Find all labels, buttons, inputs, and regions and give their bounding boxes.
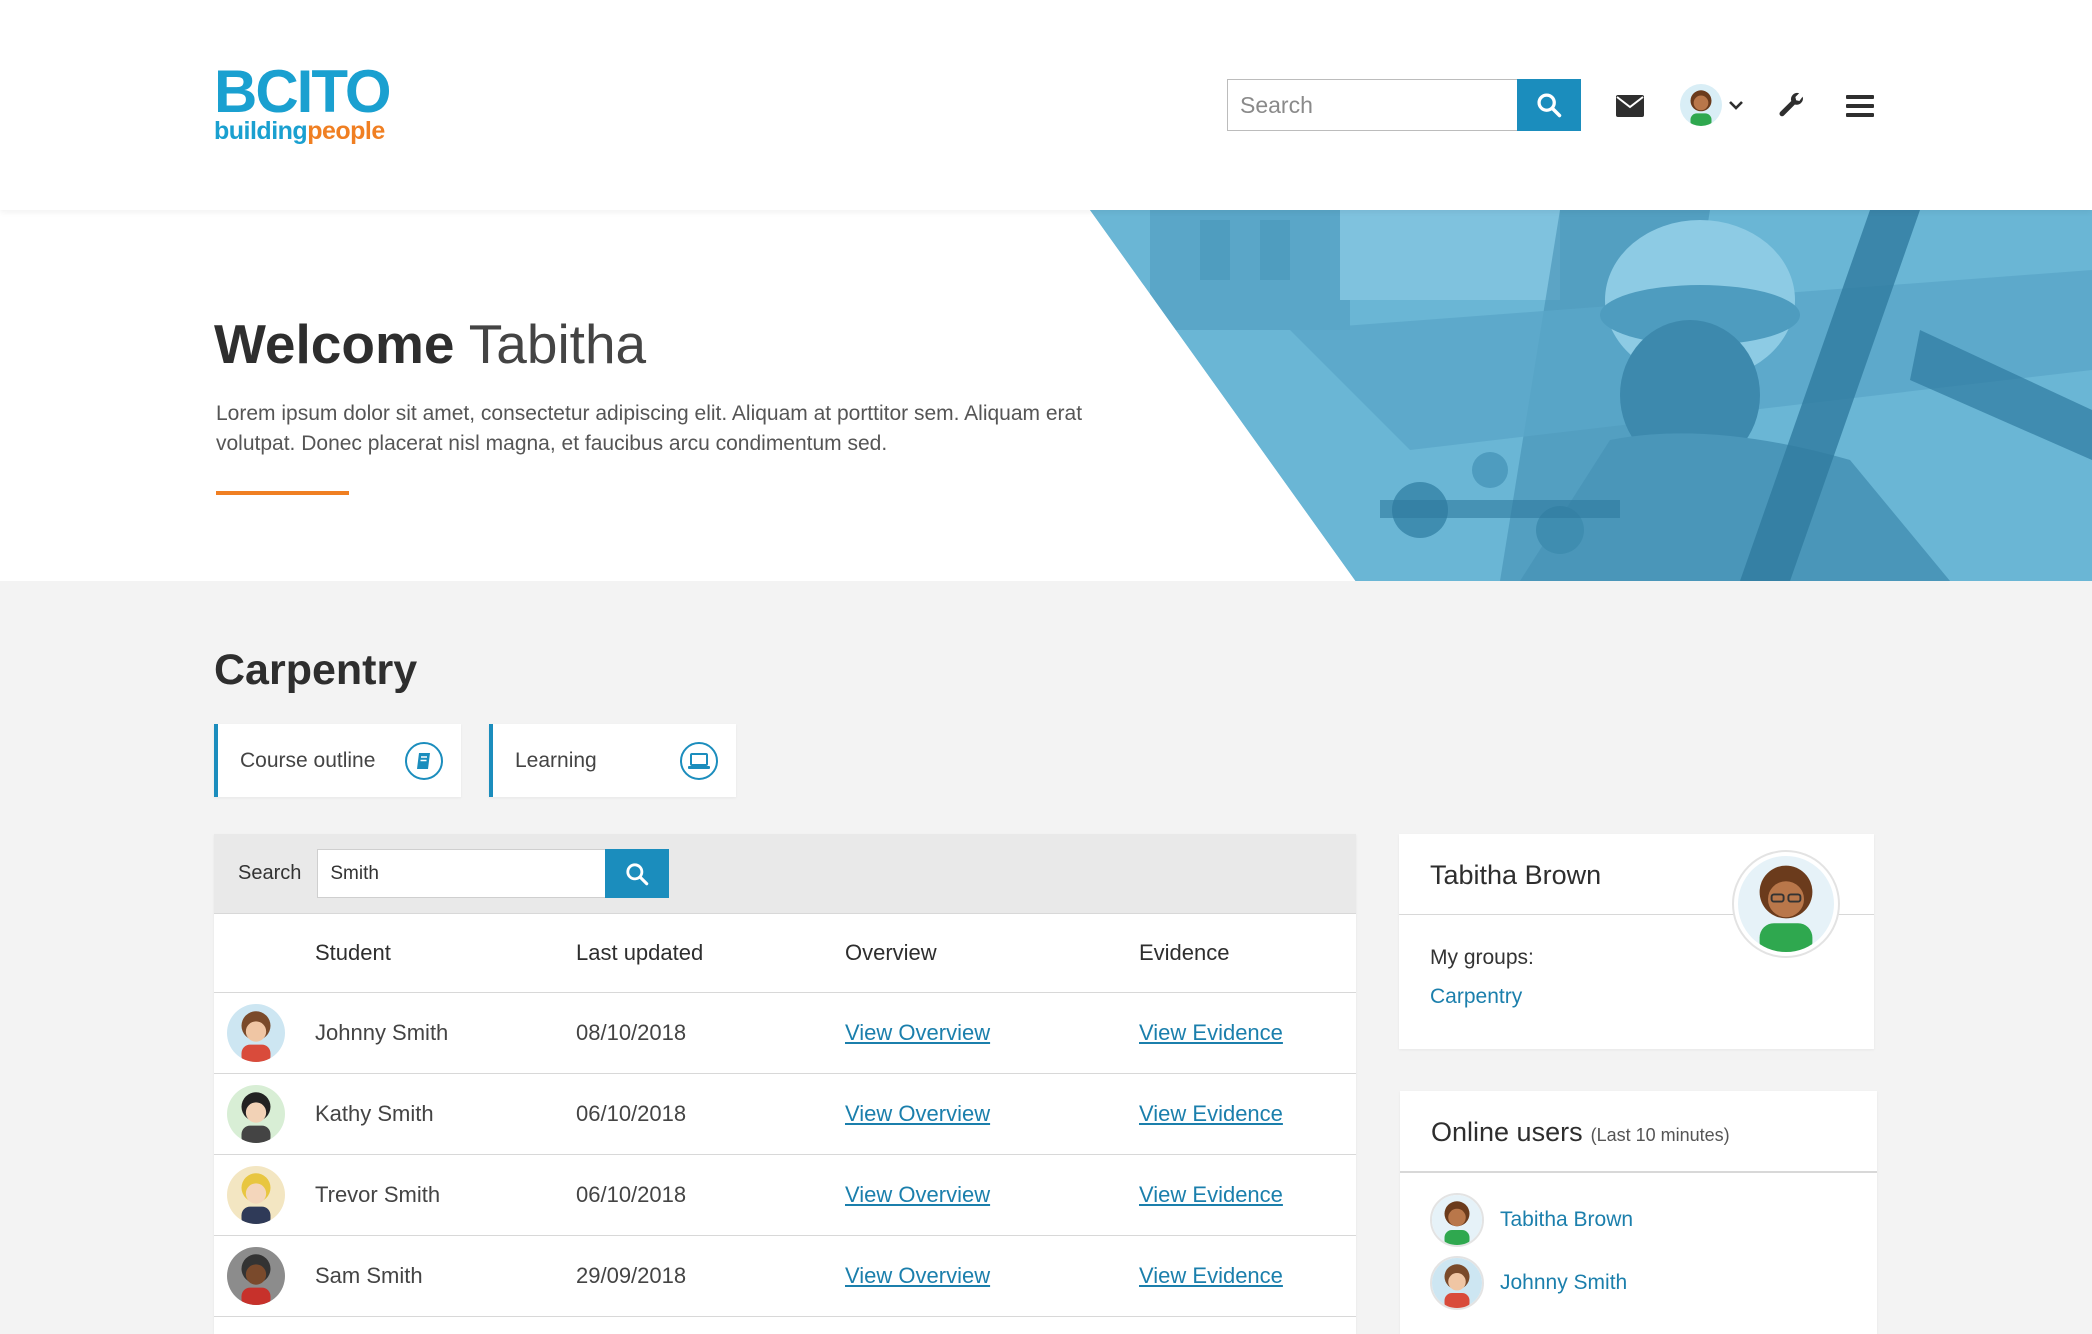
- hero-intro-text: Lorem ipsum dolor sit amet, consectetur …: [216, 402, 1083, 455]
- col-student[interactable]: Student: [315, 940, 391, 966]
- avatar: [1430, 1256, 1484, 1310]
- student-search-label: Search: [238, 862, 302, 884]
- course-outline-label: Course outline: [240, 748, 376, 772]
- view-evidence-link[interactable]: View Evidence: [1139, 1263, 1283, 1289]
- online-users-subtitle: (Last 10 minutes): [1590, 1125, 1730, 1145]
- online-users-heading: Online users: [1431, 1117, 1583, 1147]
- online-user-item[interactable]: Tabitha Brown: [1430, 1193, 1633, 1247]
- student-search-bar: Search: [214, 834, 1356, 914]
- welcome-name: Tabitha: [468, 313, 647, 375]
- online-users-divider: [1400, 1171, 1877, 1173]
- col-overview: Overview: [845, 940, 937, 965]
- learning-label: Learning: [515, 748, 597, 772]
- course-title: Carpentry: [214, 646, 418, 694]
- online-users-card: Online users (Last 10 minutes) Tabitha Br…: [1400, 1091, 1877, 1334]
- last-updated: 06/10/2018: [576, 1182, 687, 1207]
- avatar: [227, 1166, 285, 1224]
- last-updated: 06/10/2018: [576, 1101, 687, 1126]
- hero-construction-photo: [1090, 210, 2092, 581]
- menu-icon: [1846, 95, 1874, 117]
- table-row: Johnny Smith 08/10/2018 View Overview Vi…: [214, 993, 1356, 1074]
- mail-button[interactable]: [1610, 86, 1650, 126]
- book-icon: [405, 741, 443, 780]
- last-updated: 29/09/2018: [576, 1263, 687, 1288]
- view-evidence-link[interactable]: View Evidence: [1139, 1101, 1283, 1127]
- avatar: [1430, 1193, 1484, 1247]
- menu-button[interactable]: [1840, 86, 1880, 126]
- student-name: Sam Smith: [315, 1263, 423, 1288]
- course-outline-tile[interactable]: Course outline: [214, 724, 461, 797]
- student-search-button[interactable]: [605, 849, 670, 898]
- hero-banner: Welcome Tabitha Lorem ipsum dolor sit am…: [0, 210, 2092, 581]
- table-row: Kathy Smith 06/10/2018 View Overview Vie…: [214, 1074, 1356, 1155]
- student-name: Johnny Smith: [315, 1020, 449, 1045]
- site-header: BCITO buildingpeople: [0, 0, 2092, 210]
- online-user-name: Tabitha Brown: [1500, 1208, 1634, 1231]
- avatar: [227, 1085, 285, 1143]
- mail-icon: [1616, 95, 1644, 117]
- student-name: Trevor Smith: [315, 1182, 441, 1207]
- learning-tile[interactable]: Learning: [489, 724, 736, 797]
- header-search: [1227, 79, 1581, 131]
- view-overview-link[interactable]: View Overview: [845, 1263, 990, 1289]
- view-evidence-link[interactable]: View Evidence: [1139, 1182, 1283, 1208]
- student-search-input[interactable]: [317, 849, 606, 898]
- view-overview-link[interactable]: View Overview: [845, 1101, 990, 1127]
- avatar: [227, 1004, 285, 1062]
- profile-avatar: [1732, 850, 1840, 958]
- table-header: Student Last updated Overview Evidence: [214, 914, 1356, 993]
- last-updated: 08/10/2018: [576, 1020, 687, 1045]
- my-groups-label: My groups:: [1430, 946, 1534, 969]
- welcome-word: Welcome: [214, 313, 455, 375]
- welcome-heading: Welcome Tabitha: [214, 312, 646, 376]
- view-overview-link[interactable]: View Overview: [845, 1020, 990, 1046]
- tools-button[interactable]: [1772, 86, 1812, 126]
- group-link-carpentry[interactable]: Carpentry: [1430, 985, 1522, 1009]
- hero-accent-rule: [216, 491, 349, 495]
- header-search-input[interactable]: [1227, 79, 1517, 131]
- student-name: Kathy Smith: [315, 1101, 434, 1126]
- profile-card: Tabitha Brown My groups: Carpentry: [1399, 834, 1874, 1049]
- search-icon: [626, 862, 649, 885]
- view-evidence-link[interactable]: View Evidence: [1139, 1020, 1283, 1046]
- header-search-button[interactable]: [1517, 79, 1581, 131]
- online-user-name: Johnny Smith: [1500, 1271, 1628, 1294]
- avatar: [1680, 84, 1722, 126]
- logo-tagline-people: people: [307, 117, 385, 145]
- col-last-updated[interactable]: Last updated: [576, 940, 703, 966]
- view-overview-link[interactable]: View Overview: [845, 1182, 990, 1208]
- col-evidence: Evidence: [1139, 940, 1230, 965]
- online-user-item[interactable]: Johnny Smith: [1430, 1256, 1627, 1310]
- students-panel: Search Student Last updated Overview Evi…: [214, 834, 1356, 1334]
- table-row: Trevor Smith 06/10/2018 View Overview Vi…: [214, 1155, 1356, 1236]
- table-row: Sam Smith 29/09/2018 View Overview View …: [214, 1236, 1356, 1317]
- profile-name: Tabitha Brown: [1430, 860, 1602, 890]
- avatar: [227, 1247, 285, 1305]
- chevron-down-icon: [1729, 101, 1743, 110]
- user-menu[interactable]: [1680, 84, 1744, 126]
- wrench-icon: [1779, 92, 1803, 117]
- logo-wordmark: BCITO: [214, 58, 392, 125]
- online-users-title: Online users (Last 10 minutes): [1431, 1117, 1730, 1148]
- bcito-logo[interactable]: BCITO buildingpeople: [214, 58, 392, 145]
- laptop-icon: [680, 741, 718, 780]
- search-icon: [1537, 93, 1562, 118]
- logo-tagline: buildingpeople: [214, 118, 390, 144]
- logo-tagline-building: building: [214, 117, 308, 145]
